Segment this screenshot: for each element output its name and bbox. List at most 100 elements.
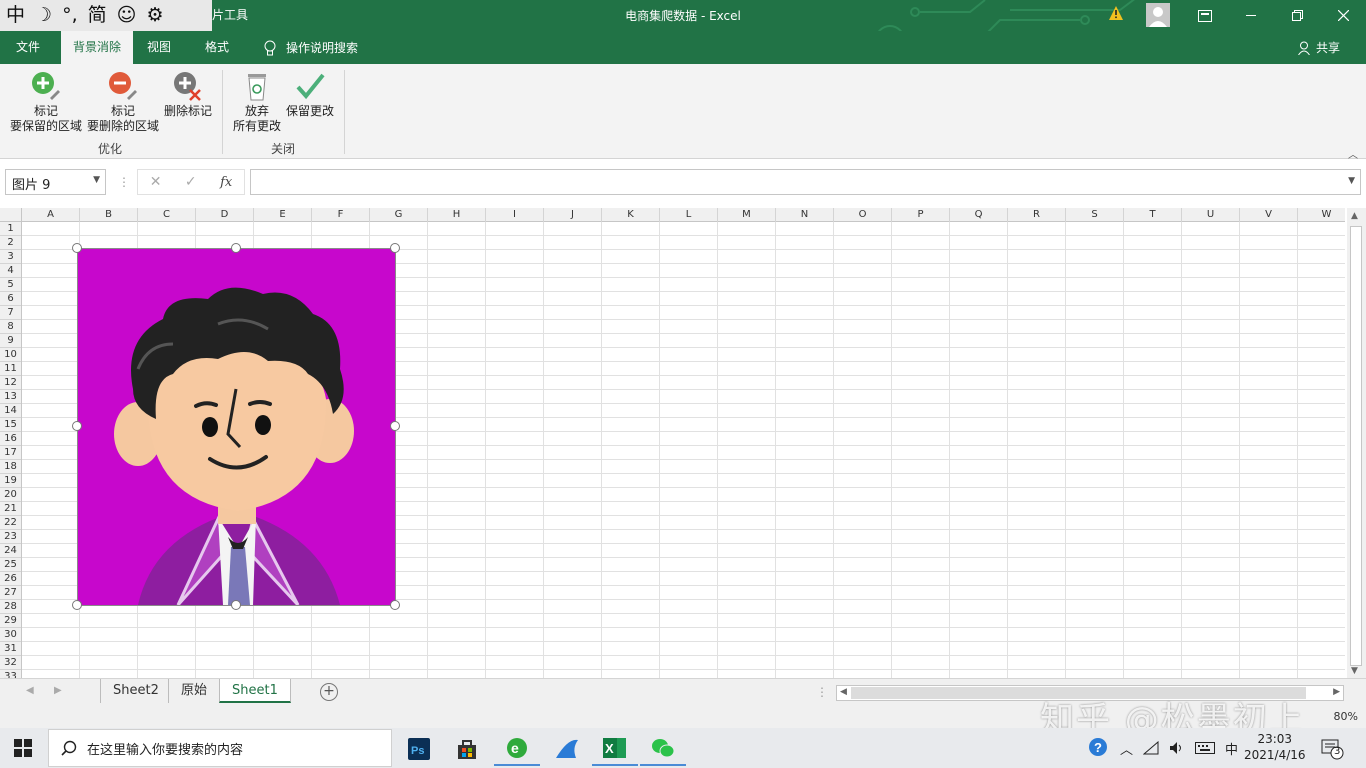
tab-file[interactable]: 文件	[4, 31, 52, 64]
zoom-level[interactable]: 80%	[1334, 710, 1358, 723]
row-header-16[interactable]: 16	[0, 432, 21, 446]
column-header-u[interactable]: U	[1182, 208, 1240, 222]
row-header-17[interactable]: 17	[0, 446, 21, 460]
windows-start-icon[interactable]	[14, 739, 32, 757]
resize-handle-bottom-left[interactable]	[72, 600, 82, 610]
column-header-r[interactable]: R	[1008, 208, 1066, 222]
row-header-21[interactable]: 21	[0, 502, 21, 516]
resize-handle-bottom-right[interactable]	[390, 600, 400, 610]
column-header-w[interactable]: W	[1298, 208, 1345, 222]
column-header-l[interactable]: L	[660, 208, 718, 222]
next-sheet-icon[interactable]: ▶	[54, 685, 62, 696]
ime-indicator[interactable]: 中	[1225, 739, 1238, 758]
resize-handle-right[interactable]	[390, 421, 400, 431]
row-header-6[interactable]: 6	[0, 292, 21, 306]
tab-splitter-grip[interactable]: ⋮	[816, 685, 828, 699]
volume-icon[interactable]	[1169, 741, 1185, 755]
selected-picture[interactable]	[77, 248, 396, 607]
row-header-5[interactable]: 5	[0, 278, 21, 292]
minimize-icon[interactable]	[1228, 0, 1274, 31]
share-button[interactable]: 共享	[1298, 31, 1340, 64]
formula-input[interactable]: ▼	[250, 169, 1361, 195]
row-header-4[interactable]: 4	[0, 264, 21, 278]
restore-icon[interactable]	[1274, 0, 1320, 31]
row-header-32[interactable]: 32	[0, 656, 21, 670]
discard-all-changes-button[interactable]: 放弃 所有更改	[230, 70, 284, 134]
cancel-icon[interactable]: ✕	[150, 174, 162, 190]
enter-icon[interactable]: ✓	[185, 174, 197, 190]
vertical-scrollbar[interactable]: ▲ ▼	[1347, 208, 1366, 680]
row-header-7[interactable]: 7	[0, 306, 21, 320]
row-header-3[interactable]: 3	[0, 250, 21, 264]
row-header-20[interactable]: 20	[0, 488, 21, 502]
vertical-scroll-thumb[interactable]	[1350, 226, 1362, 666]
column-header-d[interactable]: D	[196, 208, 254, 222]
scroll-right-icon[interactable]: ▶	[1333, 687, 1340, 697]
browser-app[interactable]: e	[494, 732, 540, 766]
row-header-11[interactable]: 11	[0, 362, 21, 376]
sheet-tab-sheet1[interactable]: Sheet1	[219, 679, 291, 703]
row-header-15[interactable]: 15	[0, 418, 21, 432]
resize-handle-top[interactable]	[231, 243, 241, 253]
prev-sheet-icon[interactable]: ◀	[26, 685, 34, 696]
tell-me-search[interactable]: 操作说明搜索	[264, 31, 358, 64]
formula-bar-grip[interactable]: ⋮	[118, 175, 130, 189]
column-header-i[interactable]: I	[486, 208, 544, 222]
row-header-22[interactable]: 22	[0, 516, 21, 530]
column-header-a[interactable]: A	[22, 208, 80, 222]
row-header-24[interactable]: 24	[0, 544, 21, 558]
wechat-app[interactable]	[640, 732, 686, 766]
account-avatar[interactable]	[1146, 3, 1170, 27]
row-header-19[interactable]: 19	[0, 474, 21, 488]
network-icon[interactable]	[1143, 741, 1159, 755]
name-box[interactable]: 图片 9 ▼	[5, 169, 106, 195]
column-header-p[interactable]: P	[892, 208, 950, 222]
excel-app[interactable]: X	[592, 732, 638, 766]
keyboard-icon[interactable]	[1195, 741, 1216, 755]
row-header-12[interactable]: 12	[0, 376, 21, 390]
column-header-o[interactable]: O	[834, 208, 892, 222]
help-icon[interactable]: ?	[1088, 737, 1110, 759]
clock[interactable]: 23:03 2021/4/16	[1244, 731, 1306, 763]
column-header-m[interactable]: M	[718, 208, 776, 222]
column-header-t[interactable]: T	[1124, 208, 1182, 222]
row-header-26[interactable]: 26	[0, 572, 21, 586]
notification-center-button[interactable]: 3	[1320, 738, 1344, 763]
taskbar-search-box[interactable]: 在这里输入你要搜索的内容	[48, 729, 392, 767]
tab-background-removal[interactable]: 背景消除	[61, 31, 134, 64]
row-header-29[interactable]: 29	[0, 614, 21, 628]
warning-icon[interactable]	[1108, 5, 1124, 21]
column-header-g[interactable]: G	[370, 208, 428, 222]
row-header-10[interactable]: 10	[0, 348, 21, 362]
resize-handle-bottom[interactable]	[231, 600, 241, 610]
row-header-14[interactable]: 14	[0, 404, 21, 418]
row-header-27[interactable]: 27	[0, 586, 21, 600]
row-header-28[interactable]: 28	[0, 600, 21, 614]
close-icon[interactable]	[1320, 0, 1366, 31]
row-header-31[interactable]: 31	[0, 642, 21, 656]
row-header-2[interactable]: 2	[0, 236, 21, 250]
row-header-13[interactable]: 13	[0, 390, 21, 404]
shark-app[interactable]	[544, 732, 590, 766]
resize-handle-top-right[interactable]	[390, 243, 400, 253]
resize-handle-left[interactable]	[72, 421, 82, 431]
column-header-h[interactable]: H	[428, 208, 486, 222]
select-all-corner[interactable]	[0, 208, 22, 222]
row-header-30[interactable]: 30	[0, 628, 21, 642]
expand-formula-icon[interactable]: ▼	[1348, 176, 1355, 186]
chevron-down-icon[interactable]: ▼	[93, 175, 100, 185]
scroll-down-icon[interactable]: ▼	[1351, 666, 1358, 676]
column-header-j[interactable]: J	[544, 208, 602, 222]
insert-function-icon[interactable]: fx	[220, 175, 232, 190]
tab-format[interactable]: 格式	[193, 31, 241, 64]
column-header-q[interactable]: Q	[950, 208, 1008, 222]
mark-areas-to-keep-button[interactable]: 标记 要保留的区域	[10, 70, 82, 134]
scroll-left-icon[interactable]: ◀	[840, 687, 847, 697]
column-header-s[interactable]: S	[1066, 208, 1124, 222]
column-header-c[interactable]: C	[138, 208, 196, 222]
delete-mark-button[interactable]: 删除标记	[162, 70, 214, 119]
sheet-tab-sheet2[interactable]: Sheet2	[100, 679, 171, 703]
row-header-18[interactable]: 18	[0, 460, 21, 474]
row-header-1[interactable]: 1	[0, 222, 21, 236]
column-header-k[interactable]: K	[602, 208, 660, 222]
